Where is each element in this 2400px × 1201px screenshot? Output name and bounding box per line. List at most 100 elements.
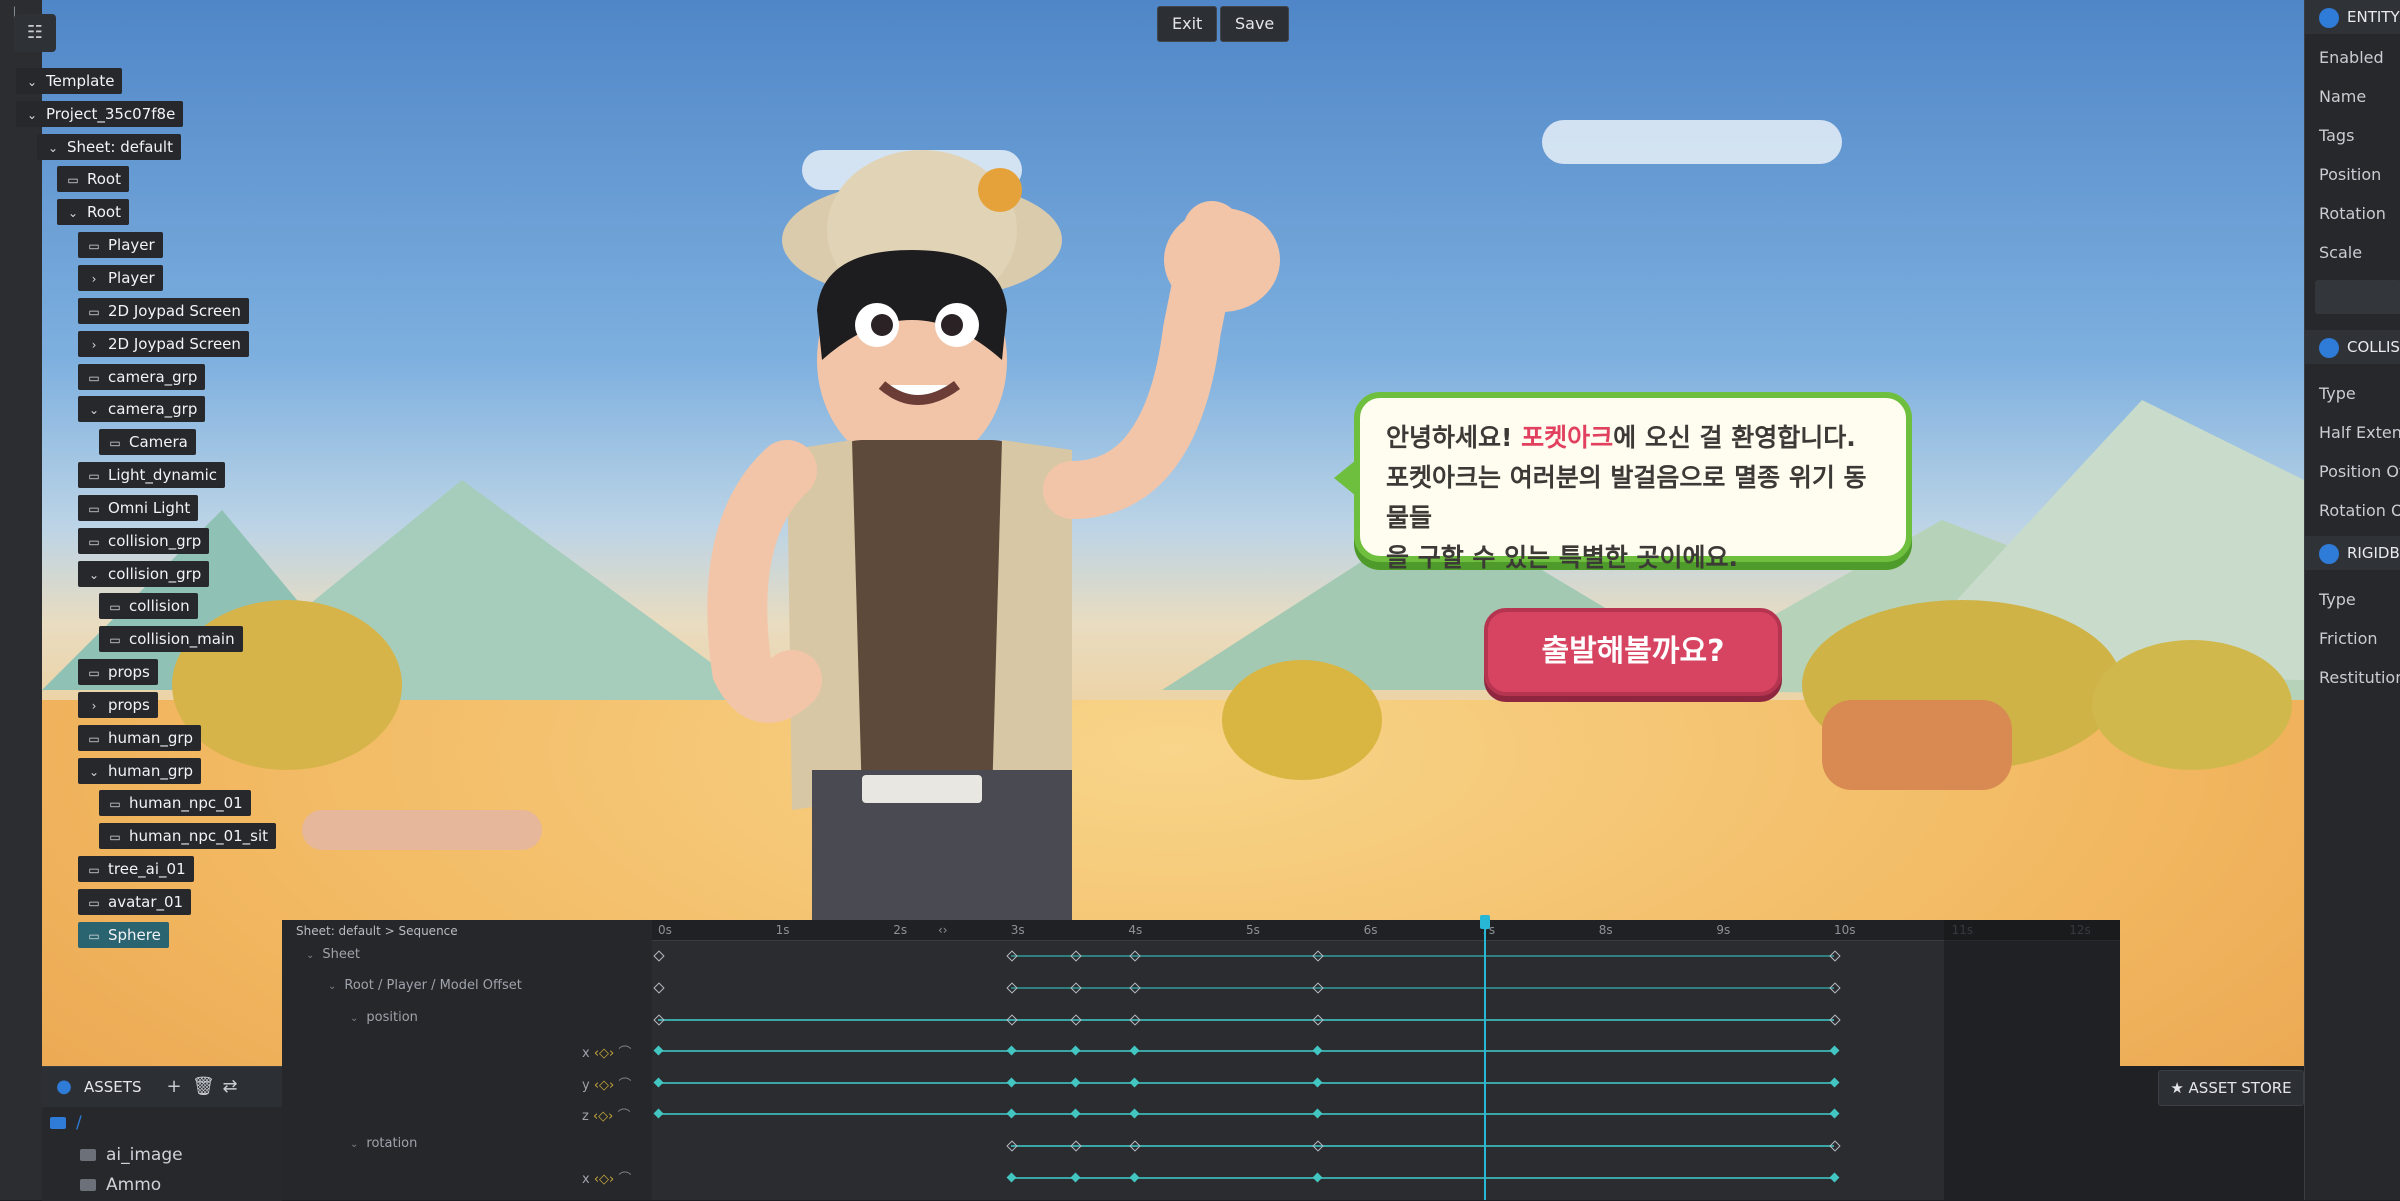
tree-node[interactable]: ▭ props [78, 659, 158, 685]
keyframe[interactable] [1829, 1172, 1840, 1183]
keyframe[interactable] [653, 1077, 664, 1088]
keyframe[interactable] [1311, 1140, 1324, 1152]
track-label[interactable]: y ‹◇› ⌒ [582, 1074, 631, 1093]
delete-asset-button[interactable]: 🗑 [192, 1077, 215, 1097]
keyframe[interactable] [653, 1045, 664, 1056]
keyframe[interactable] [1829, 1140, 1841, 1152]
tree-node[interactable]: ⌄ Sheet: default [37, 134, 181, 160]
track-label[interactable]: x ‹◇› ⌒ [582, 1168, 631, 1187]
curve-icon[interactable]: ⌒ [618, 1172, 631, 1187]
tree-node[interactable]: ▭ collision_main [99, 626, 243, 652]
keyframe[interactable] [1829, 1014, 1841, 1026]
keyframe[interactable] [1829, 950, 1841, 962]
keyframe[interactable] [1006, 1172, 1017, 1183]
keyframe[interactable] [1006, 1014, 1018, 1026]
tree-node[interactable]: › Player [78, 265, 163, 291]
asset-folder[interactable]: Ammo [80, 1175, 161, 1195]
tree-node[interactable]: ⌄ Project_35c07f8e [16, 101, 184, 127]
curve-icon[interactable]: ⌒ [618, 1046, 631, 1061]
keyframe[interactable] [653, 982, 665, 994]
keyframe[interactable] [1129, 1172, 1140, 1183]
curve-icon[interactable]: ⌒ [618, 1109, 631, 1124]
keyframe[interactable] [1071, 1045, 1081, 1056]
keyframe[interactable] [1006, 982, 1018, 994]
tree-node[interactable]: ▭ camera_grp [78, 364, 206, 390]
keyframe[interactable] [1129, 982, 1141, 994]
keyframe-nav-icon[interactable]: ‹◇› [594, 1046, 614, 1061]
keyframe[interactable] [1070, 950, 1083, 962]
keyframe[interactable] [1829, 1077, 1840, 1088]
start-button[interactable]: 출발해볼까요? [1484, 608, 1782, 696]
curve-icon[interactable]: ⌒ [618, 1078, 631, 1093]
timeline-ruler[interactable]: ‹› 0s 1s 2s 3s 4s 5s 6s 7s 8s 9s 10s 11s 12s [652, 920, 2120, 941]
tree-node[interactable]: › 2D Joypad Screen [78, 331, 249, 357]
tree-node[interactable]: ▭ Root [57, 166, 129, 192]
refresh-assets-button[interactable]: ⇄ [220, 1077, 240, 1097]
sequence-timeline[interactable]: Sheet: default > Sequence ⌄ Sheet ⌄ Root /… [282, 920, 2120, 1200]
keyframe[interactable] [1312, 1172, 1322, 1183]
keyframe[interactable] [1829, 1045, 1840, 1056]
keyframe[interactable] [1311, 950, 1324, 962]
asset-store-button[interactable]: ★ ASSET STORE [2158, 1070, 2304, 1106]
keyframe[interactable] [1829, 982, 1841, 994]
keyframe[interactable] [653, 1014, 665, 1026]
tree-node[interactable]: ▭ Player [78, 232, 163, 258]
tree-node[interactable]: ▭ human_npc_01_sit [99, 823, 277, 849]
keyframe[interactable] [1129, 1140, 1141, 1152]
track-label[interactable]: ⌄ position [350, 1010, 418, 1025]
track-label[interactable]: ⌄ Root / Player / Model Offset [328, 978, 522, 993]
asset-folder[interactable]: ai_image [80, 1145, 183, 1165]
keyframe[interactable] [1312, 1108, 1322, 1119]
section-header-collision[interactable]: COLLISION [2305, 330, 2400, 364]
keyframe[interactable] [653, 1108, 664, 1119]
keyframe[interactable] [1829, 1108, 1840, 1119]
keyframe-nav-icon[interactable]: ‹◇› [594, 1172, 614, 1187]
tree-node[interactable]: ▭ tree_ai_01 [78, 856, 194, 882]
track-label[interactable]: ⌄ rotation [350, 1136, 417, 1151]
keyframe[interactable] [1312, 1077, 1322, 1088]
tree-node[interactable]: ⌄ human_grp [78, 758, 202, 784]
tree-node[interactable]: ▭ Omni Light [78, 495, 199, 521]
keyframe[interactable] [1070, 1014, 1083, 1026]
keyframe[interactable] [1071, 1077, 1081, 1088]
tree-node[interactable]: ▭ 2D Joypad Screen [78, 298, 249, 324]
exit-button[interactable]: Exit [1157, 6, 1218, 42]
keyframe[interactable] [653, 950, 665, 962]
track-label[interactable]: x ‹◇› ⌒ [582, 1042, 631, 1061]
keyframe[interactable] [1006, 1077, 1017, 1088]
keyframe-nav-icon[interactable]: ‹◇› [594, 1078, 614, 1093]
tree-node[interactable]: ⌄ Root [57, 199, 129, 225]
tree-node[interactable]: ⌄ Template [16, 68, 123, 94]
keyframe[interactable] [1070, 982, 1083, 994]
keyframe[interactable] [1006, 1140, 1018, 1152]
keyframe[interactable] [1129, 1108, 1140, 1119]
tree-node[interactable]: ▭ avatar_01 [78, 889, 192, 915]
keyframe[interactable] [1311, 982, 1324, 994]
hierarchy-toggle-button[interactable]: ☷ [14, 14, 56, 52]
keyframe[interactable] [1071, 1172, 1081, 1183]
keyframe[interactable] [1071, 1108, 1081, 1119]
tree-node[interactable]: ▭ human_grp [78, 725, 202, 751]
add-component-field[interactable] [2315, 280, 2400, 314]
tree-node[interactable]: ▭ Camera [99, 429, 196, 455]
range-end-icon[interactable]: ‹› [938, 923, 948, 937]
section-header-entity[interactable]: ENTITY [2305, 0, 2400, 34]
tree-node[interactable]: ⌄ camera_grp [78, 396, 206, 422]
root-folder[interactable]: / [50, 1113, 82, 1133]
tree-node[interactable]: ▭ collision_grp [78, 528, 210, 554]
keyframe[interactable] [1312, 1045, 1322, 1056]
keyframe[interactable] [1311, 1014, 1324, 1026]
track-label[interactable]: z ‹◇› ⌒ [582, 1105, 631, 1124]
add-asset-button[interactable]: + [164, 1077, 184, 1097]
save-button[interactable]: Save [1220, 6, 1290, 42]
playhead[interactable] [1484, 920, 1486, 1200]
keyframe[interactable] [1006, 1045, 1017, 1056]
track-label[interactable]: ⌄ Sheet [306, 947, 360, 962]
keyframe[interactable] [1129, 950, 1141, 962]
keyframe[interactable] [1129, 1045, 1140, 1056]
keyframe[interactable] [1129, 1077, 1140, 1088]
keyframe[interactable] [1006, 950, 1018, 962]
section-header-rigidbody[interactable]: RIGIDBODY [2305, 536, 2400, 570]
tree-node[interactable]: ▭ collision [99, 593, 198, 619]
tree-node[interactable]: ⌄ collision_grp [78, 561, 210, 587]
